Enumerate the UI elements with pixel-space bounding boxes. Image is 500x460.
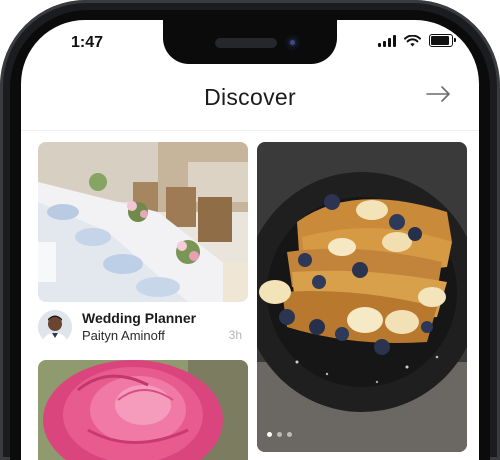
front-camera <box>285 35 300 50</box>
notch <box>163 20 337 64</box>
battery-icon <box>429 34 456 47</box>
feed-card-flower[interactable] <box>38 360 248 460</box>
page-title: Discover <box>204 84 296 110</box>
header-divider <box>21 130 479 131</box>
person-avatar-icon <box>38 310 72 344</box>
status-time: 1:47 <box>71 34 104 51</box>
pager-dot[interactable] <box>267 432 272 437</box>
signal-icon <box>378 34 396 47</box>
card-time: 3h <box>228 328 242 342</box>
wedding-reception-image <box>38 142 248 302</box>
status-icons <box>378 34 456 47</box>
author-avatar[interactable] <box>38 310 72 344</box>
pager-dot[interactable] <box>277 432 282 437</box>
image-pager[interactable] <box>267 432 292 437</box>
header-arrow-button[interactable] <box>425 82 453 106</box>
speaker-grille <box>215 38 277 48</box>
wifi-icon <box>404 34 421 46</box>
card-title[interactable]: Wedding Planner <box>82 310 196 326</box>
feed-card-wedding[interactable] <box>38 142 248 302</box>
card-meta-wedding: Wedding Planner Paityn Aminoff 3h <box>38 308 248 348</box>
french-toast-image <box>257 142 467 452</box>
card-author[interactable]: Paityn Aminoff <box>82 328 165 343</box>
pager-dot[interactable] <box>287 432 292 437</box>
arrow-right-icon <box>426 86 450 102</box>
phone-screen: 1:47 Discover Wedding Planner Paityn Ami… <box>21 20 479 460</box>
pink-peony-image <box>38 360 248 460</box>
feed-card-french-toast[interactable] <box>257 142 467 452</box>
